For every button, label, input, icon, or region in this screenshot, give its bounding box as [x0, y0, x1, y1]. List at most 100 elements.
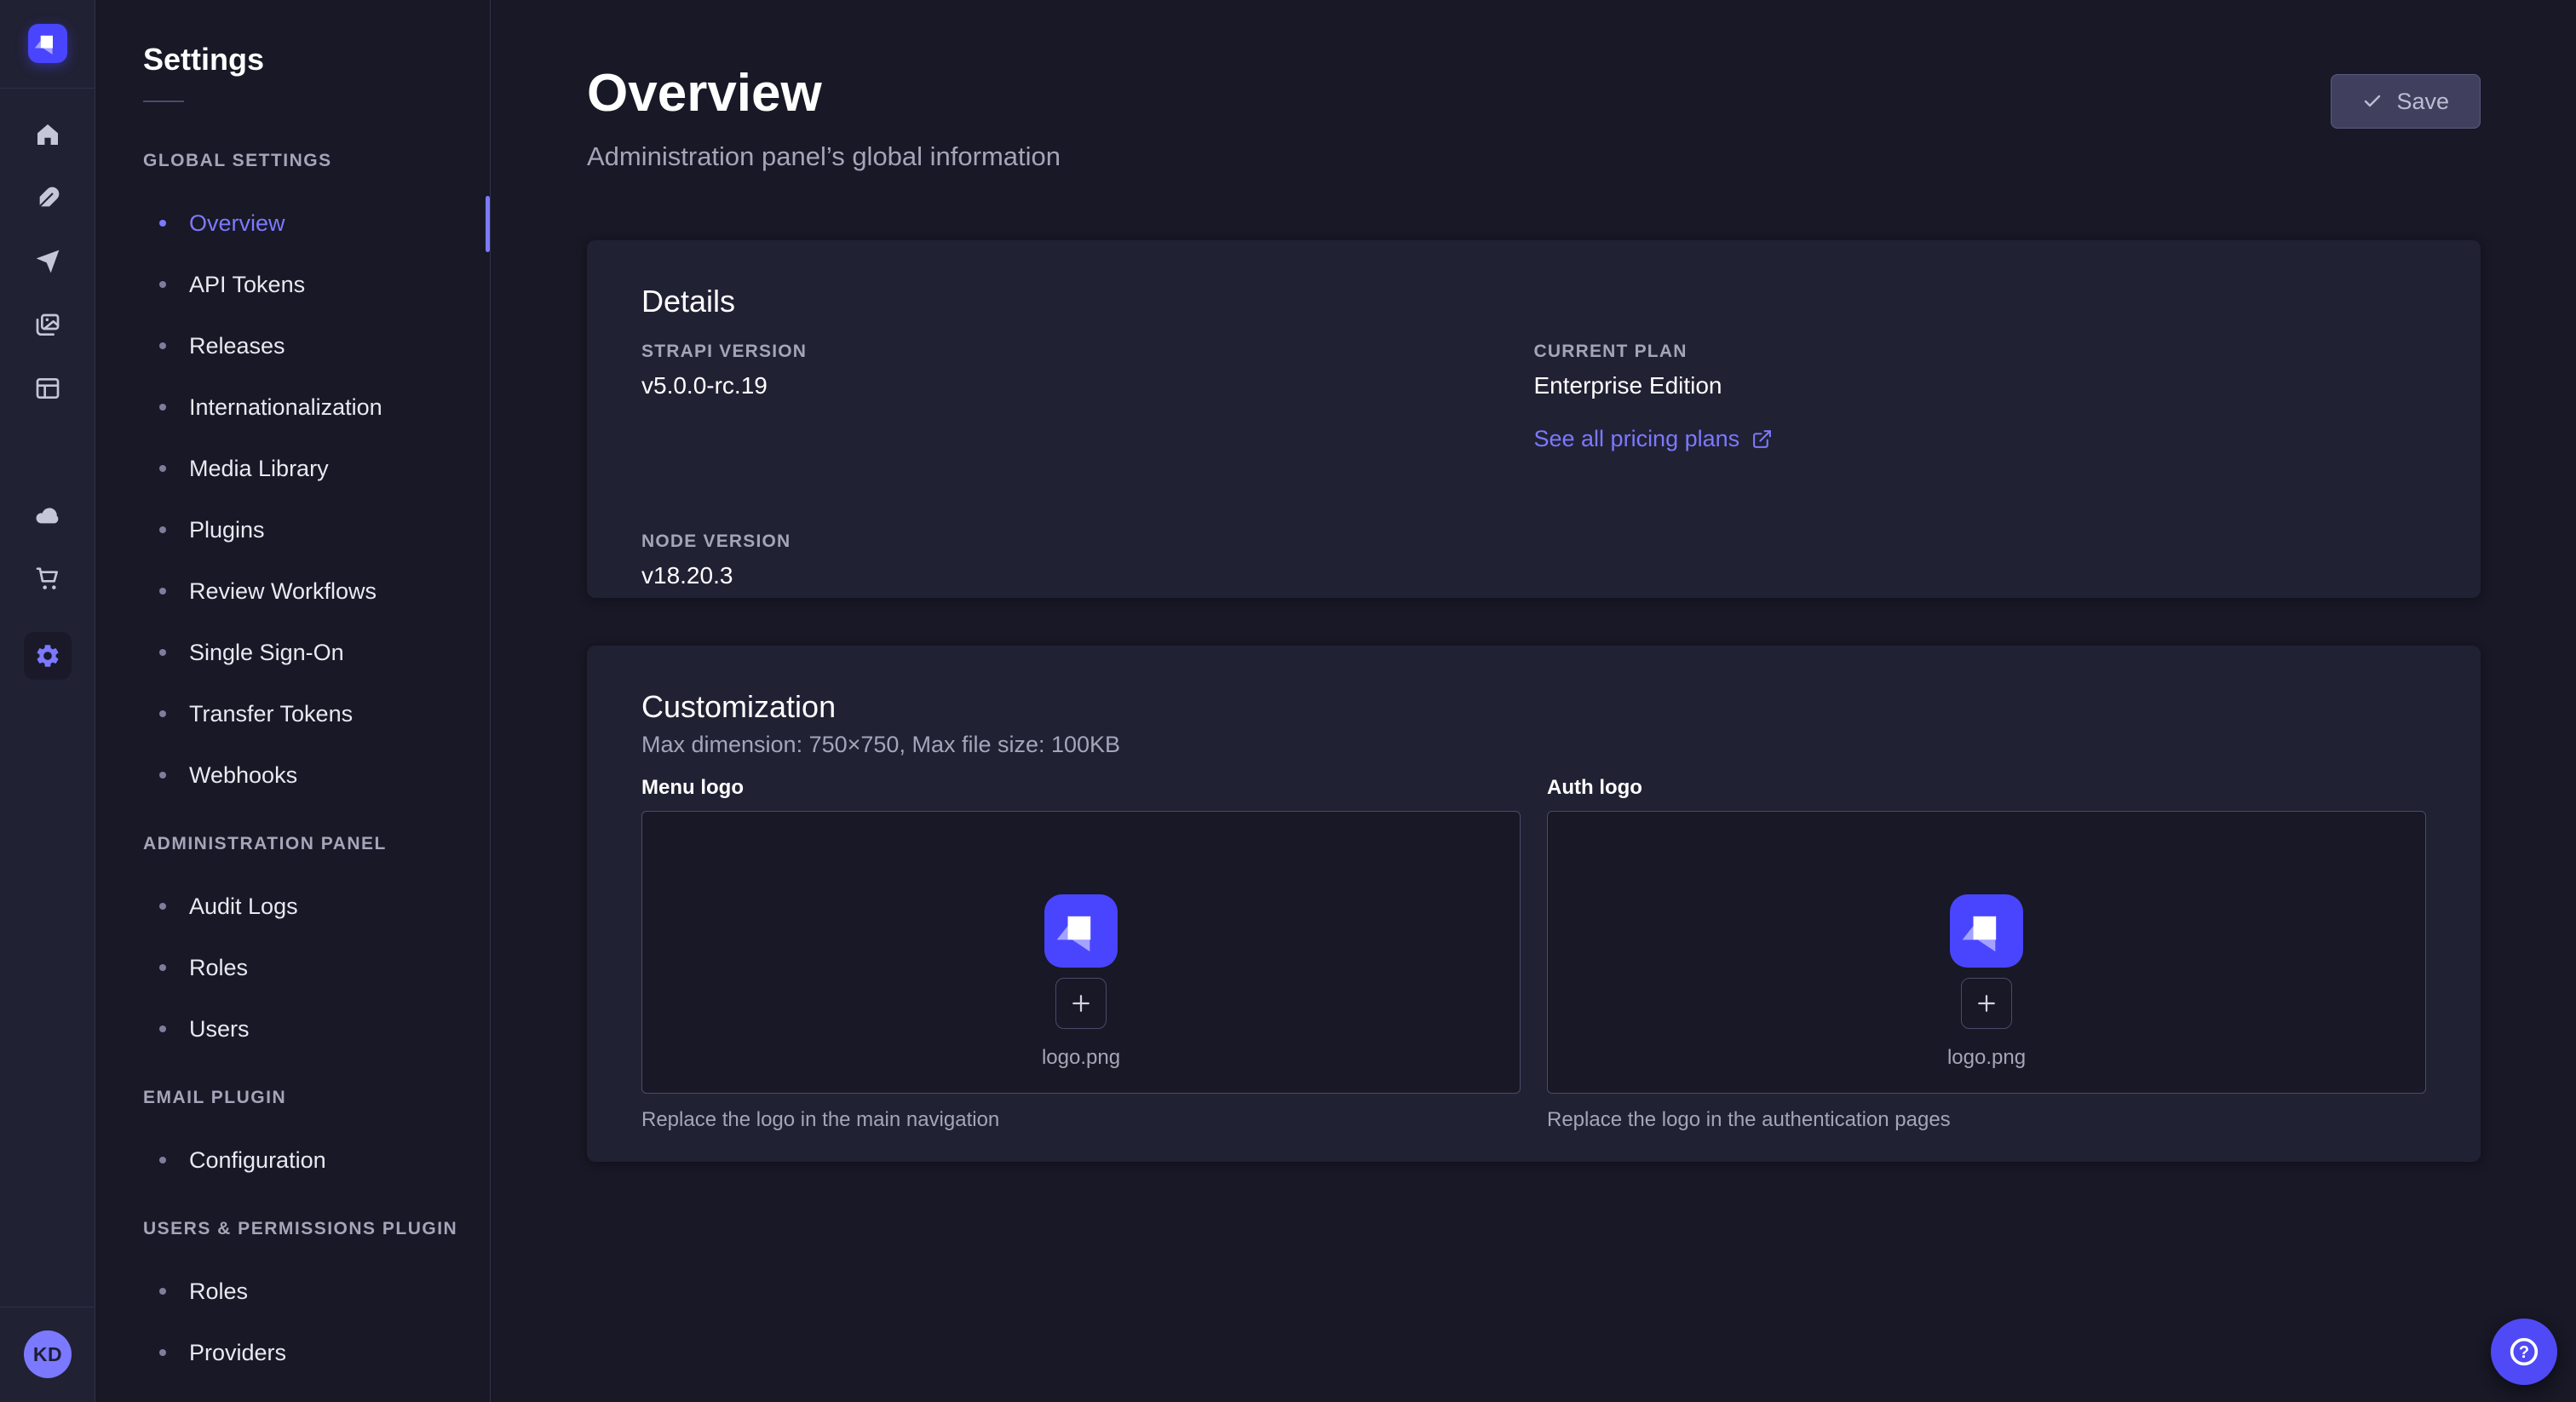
subnav-item-configuration[interactable]: Configuration [95, 1129, 490, 1191]
subnav-section-header: GLOBAL SETTINGS [143, 150, 490, 172]
subnav-item-label: Providers [189, 1340, 286, 1366]
upload-label: Menu logo [641, 775, 1521, 801]
subnav-item-label: Configuration [189, 1147, 326, 1174]
pricing-plans-link-label: See all pricing plans [1534, 426, 1740, 452]
bullet-icon [159, 710, 166, 717]
bullet-icon [159, 772, 166, 779]
node-version-field: NODE VERSION v18.20.3 [641, 531, 1534, 590]
details-heading: Details [641, 284, 2426, 319]
avatar[interactable]: KD [24, 1330, 72, 1378]
subnav-item-media-library[interactable]: Media Library [95, 438, 490, 499]
feather-icon [34, 185, 61, 212]
subnav-item-label: Plugins [189, 517, 265, 543]
subnav-item-releases[interactable]: Releases [95, 315, 490, 376]
active-item-indicator [486, 196, 490, 252]
upload-hint: Replace the logo in the authentication p… [1547, 1107, 2426, 1133]
customization-subtitle: Max dimension: 750×750, Max file size: 1… [641, 731, 2426, 758]
bullet-icon [159, 342, 166, 349]
logo-upload-row: Menu logo logo.png Replace the logo in t… [641, 775, 2426, 1133]
rail-divider [0, 88, 95, 89]
subnav-section-header: EMAIL PLUGIN [143, 1087, 490, 1109]
field-value: v5.0.0-rc.19 [641, 371, 1534, 400]
rail-item-cloud-icon[interactable] [29, 497, 66, 534]
strapi-logo-icon[interactable] [28, 24, 67, 63]
rail-item-feather-icon[interactable] [29, 180, 66, 217]
save-button[interactable]: Save [2331, 74, 2481, 129]
main-nav-rail: KD [0, 0, 95, 1402]
subnav-item-label: Overview [189, 210, 285, 237]
bullet-icon [159, 1026, 166, 1032]
rail-item-home-icon[interactable] [29, 116, 66, 153]
logo-filename: logo.png [1042, 1046, 1120, 1070]
save-button-label: Save [2396, 89, 2449, 115]
subnav-item-overview[interactable]: Overview [95, 192, 490, 254]
auth-logo-dropzone[interactable]: logo.png [1547, 811, 2426, 1094]
cloud-icon [34, 502, 61, 529]
subnav-item-users[interactable]: Users [95, 998, 490, 1060]
subnav-item-transfer-tokens[interactable]: Transfer Tokens [95, 683, 490, 744]
bullet-icon [159, 588, 166, 595]
subnav-section-header: USERS & PERMISSIONS PLUGIN [143, 1218, 490, 1240]
details-card: Details STRAPI VERSION v5.0.0-rc.19 CURR… [587, 240, 2481, 598]
add-logo-button[interactable] [1055, 978, 1107, 1029]
rail-item-layout-icon[interactable] [29, 370, 66, 407]
subnav-section-header: ADMINISTRATION PANEL [143, 833, 490, 855]
check-icon [2362, 91, 2383, 112]
add-logo-button[interactable] [1961, 978, 2012, 1029]
subnav-item-label: Roles [189, 1278, 248, 1305]
field-value: Enterprise Edition [1534, 371, 2427, 400]
settings-gear-icon [34, 642, 61, 669]
subnav-title: Settings [143, 41, 490, 78]
rail-item-media-library-icon[interactable] [29, 307, 66, 344]
bullet-icon [159, 281, 166, 288]
subnav-item-label: Review Workflows [189, 578, 377, 605]
plus-icon [1974, 991, 1999, 1016]
subnav-item-label: Users [189, 1016, 250, 1043]
subnav-item-audit-logs[interactable]: Audit Logs [95, 876, 490, 937]
bullet-icon [159, 220, 166, 227]
field-value: v18.20.3 [641, 561, 1534, 590]
pricing-plans-link[interactable]: See all pricing plans [1534, 426, 1774, 452]
main-content: Overview Administration panel’s global i… [492, 0, 2576, 1402]
subnav-item-review-workflows[interactable]: Review Workflows [95, 560, 490, 622]
subnav-item-internationalization[interactable]: Internationalization [95, 376, 490, 438]
cart-icon [34, 565, 61, 592]
customization-card: Customization Max dimension: 750×750, Ma… [587, 646, 2481, 1162]
external-link-icon [1751, 428, 1773, 450]
subnav-item-providers[interactable]: Providers [95, 1322, 490, 1383]
help-button[interactable]: ? [2491, 1319, 2557, 1385]
page-subtitle: Administration panel’s global informatio… [587, 141, 1061, 172]
rail-item-settings-gear-icon[interactable] [24, 632, 72, 680]
subnav-item-plugins[interactable]: Plugins [95, 499, 490, 560]
logo-filename: logo.png [1947, 1046, 2026, 1070]
home-icon [34, 121, 61, 148]
subnav-item-label: API Tokens [189, 272, 305, 298]
subnav-item-webhooks[interactable]: Webhooks [95, 744, 490, 806]
subnav-item-single-sign-on[interactable]: Single Sign-On [95, 622, 490, 683]
paper-plane-icon [34, 248, 61, 275]
subnav-item-label: Single Sign-On [189, 640, 344, 666]
subnav-title-divider [143, 101, 184, 102]
page-title: Overview [587, 63, 822, 124]
customization-heading: Customization [641, 690, 2426, 724]
bullet-icon [159, 1288, 166, 1295]
layout-icon [34, 375, 61, 402]
subnav-item-roles[interactable]: Roles [95, 1261, 490, 1322]
subnav-sections: GLOBAL SETTINGS Overview API Tokens Release… [95, 150, 490, 1383]
rail-item-paper-plane-icon[interactable] [29, 243, 66, 280]
strapi-admin-settings-screen: KD Settings GLOBAL SETTINGS Overview API T… [0, 0, 2576, 1402]
subnav-item-api-tokens[interactable]: API Tokens [95, 254, 490, 315]
current-plan-field: CURRENT PLAN Enterprise Edition See all … [1534, 341, 2427, 452]
menu-logo-upload: Menu logo logo.png Replace the logo in t… [641, 775, 1521, 1133]
subnav-item-label: Releases [189, 333, 285, 359]
menu-logo-dropzone[interactable]: logo.png [641, 811, 1521, 1094]
subnav-item-roles[interactable]: Roles [95, 937, 490, 998]
strapi-logo-icon [1950, 894, 2023, 968]
bullet-icon [159, 649, 166, 656]
rail-item-cart-icon[interactable] [29, 560, 66, 597]
bullet-icon [159, 1349, 166, 1356]
auth-logo-upload: Auth logo logo.png Replace the logo in t… [1547, 775, 2426, 1133]
bullet-icon [159, 404, 166, 411]
bullet-icon [159, 465, 166, 472]
subnav-item-label: Media Library [189, 456, 329, 482]
